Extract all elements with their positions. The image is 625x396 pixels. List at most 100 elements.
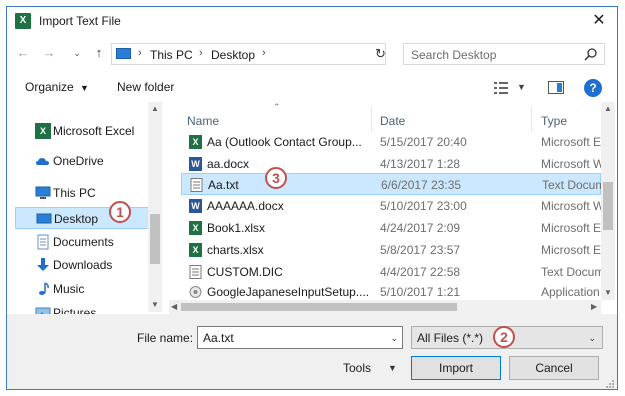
file-row[interactable]: X Book1.xlsx 4/24/2017 2:09 Microsoft Ex… bbox=[181, 217, 603, 239]
search-input[interactable]: Search Desktop bbox=[411, 48, 496, 62]
step-callout-3: 3 bbox=[265, 167, 287, 189]
file-row[interactable]: X Aa (Outlook Contact Group... 5/15/2017… bbox=[181, 131, 603, 153]
file-date: 6/6/2017 23:35 bbox=[381, 178, 462, 192]
up-arrow-icon[interactable]: ↑ bbox=[91, 45, 107, 61]
view-options-icon[interactable] bbox=[493, 81, 509, 95]
navigation-pane: X Microsoft Excel OneDrive This PC Deskt… bbox=[7, 102, 163, 320]
dropdown-arrow-icon[interactable]: ▼ bbox=[388, 363, 397, 373]
window-title: Import Text File bbox=[39, 14, 121, 28]
organize-label: Organize bbox=[25, 80, 74, 94]
resize-grip-icon[interactable] bbox=[605, 379, 615, 389]
file-name: Book1.xlsx bbox=[207, 221, 266, 235]
chevron-down-icon[interactable]: ⌄ bbox=[588, 333, 596, 344]
file-list: ⌃ Name Date Type X Aa (Outlook Contact G… bbox=[169, 102, 613, 312]
refresh-icon[interactable]: ↻ bbox=[375, 46, 389, 61]
step-callout-2: 2 bbox=[493, 326, 515, 348]
sidebar-item-onedrive[interactable]: OneDrive bbox=[15, 150, 155, 172]
scroll-down-icon[interactable]: ▼ bbox=[151, 300, 159, 309]
breadcrumb-separator-icon[interactable]: › bbox=[138, 47, 142, 59]
chevron-down-icon[interactable]: ⌄ bbox=[390, 333, 398, 344]
sidebar-item-documents[interactable]: Documents bbox=[15, 231, 155, 253]
tools-menu-button[interactable]: Tools bbox=[343, 361, 371, 375]
scroll-down-icon[interactable]: ▼ bbox=[604, 288, 612, 297]
desktop-icon bbox=[36, 213, 52, 224]
excel-file-icon: X bbox=[189, 221, 202, 235]
preview-pane-icon[interactable] bbox=[548, 81, 564, 94]
cloud-icon bbox=[36, 158, 49, 165]
sidebar-scrollbar[interactable]: ▲ ▼ bbox=[148, 102, 162, 312]
navigation-bar: ← → ⌄ ↑ › This PC › Desktop › ↻ Search D… bbox=[7, 39, 617, 69]
address-bar[interactable]: › This PC › Desktop › bbox=[111, 43, 386, 65]
organize-button[interactable]: Organize ▼ bbox=[25, 80, 89, 94]
application-file-icon bbox=[189, 286, 202, 298]
sidebar-item-music[interactable]: Music bbox=[15, 278, 155, 300]
file-name: charts.xlsx bbox=[207, 243, 264, 257]
scroll-right-icon[interactable]: ▶ bbox=[591, 302, 597, 311]
excel-file-icon: X bbox=[189, 135, 202, 149]
excel-file-icon: X bbox=[189, 243, 202, 257]
documents-icon bbox=[37, 234, 49, 250]
scroll-up-icon[interactable]: ▲ bbox=[151, 104, 159, 113]
search-icon[interactable] bbox=[584, 47, 598, 61]
sidebar-item-label: Documents bbox=[53, 235, 114, 249]
column-header-type[interactable]: Type bbox=[541, 114, 567, 128]
file-list-horizontal-scrollbar[interactable]: ◀ ▶ bbox=[169, 300, 601, 314]
back-arrow-icon[interactable]: ← bbox=[15, 45, 31, 61]
sidebar-item-desktop[interactable]: Desktop bbox=[15, 207, 155, 229]
vertical-scroll-thumb[interactable] bbox=[603, 182, 613, 230]
file-name: GoogleJapaneseInputSetup.... bbox=[207, 285, 370, 299]
breadcrumb-desktop[interactable]: Desktop bbox=[211, 48, 255, 62]
sidebar-item-microsoft-excel[interactable]: X Microsoft Excel bbox=[15, 120, 155, 142]
sort-ascending-icon: ⌃ bbox=[273, 102, 281, 112]
file-name: aa.docx bbox=[207, 157, 250, 171]
search-box[interactable]: Search Desktop bbox=[403, 43, 605, 65]
close-button[interactable]: ✕ bbox=[589, 11, 609, 31]
sidebar-item-label: Music bbox=[53, 282, 85, 296]
cancel-button[interactable]: Cancel bbox=[509, 356, 599, 380]
sidebar-item-downloads[interactable]: Downloads bbox=[15, 254, 155, 276]
sidebar-item-this-pc[interactable]: This PC bbox=[15, 182, 155, 204]
file-type: Text Document bbox=[541, 265, 603, 279]
view-dropdown-icon[interactable]: ▼ bbox=[517, 82, 526, 92]
import-text-file-dialog: X Import Text File ✕ ← → ⌄ ↑ › This PC ›… bbox=[6, 6, 618, 390]
new-folder-button[interactable]: New folder bbox=[117, 80, 174, 94]
sidebar-item-label: This PC bbox=[53, 186, 96, 200]
file-row[interactable]: W aa.docx 4/13/2017 1:28 Microsoft Word bbox=[181, 153, 603, 175]
recent-locations-chevron-icon[interactable]: ⌄ bbox=[69, 45, 85, 61]
excel-icon: X bbox=[35, 123, 51, 139]
column-header-date[interactable]: Date bbox=[380, 114, 405, 128]
column-header-name[interactable]: Name bbox=[187, 114, 219, 128]
file-name: Aa.txt bbox=[208, 178, 239, 192]
horizontal-scroll-thumb[interactable] bbox=[181, 303, 457, 311]
breadcrumb-separator-icon[interactable]: › bbox=[262, 47, 266, 59]
file-name-field[interactable]: Aa.txt ⌄ bbox=[197, 326, 403, 349]
help-icon[interactable]: ? bbox=[584, 79, 602, 97]
sidebar-scroll-thumb[interactable] bbox=[150, 214, 160, 264]
file-row[interactable]: X charts.xlsx 5/8/2017 23:57 Microsoft E… bbox=[181, 239, 603, 261]
file-type: Application bbox=[541, 285, 600, 299]
file-type: Microsoft Word bbox=[541, 199, 603, 213]
breadcrumb-separator-icon[interactable]: › bbox=[199, 47, 203, 59]
forward-arrow-icon[interactable]: → bbox=[41, 45, 57, 61]
dropdown-arrow-icon: ▼ bbox=[80, 83, 89, 93]
title-bar: X Import Text File ✕ bbox=[7, 7, 617, 35]
import-button[interactable]: Import bbox=[411, 356, 501, 380]
file-list-vertical-scrollbar[interactable]: ▲ ▼ bbox=[601, 102, 615, 300]
file-date: 5/15/2017 20:40 bbox=[380, 135, 467, 149]
computer-icon bbox=[116, 48, 131, 59]
scroll-left-icon[interactable]: ◀ bbox=[171, 302, 177, 311]
file-date: 5/8/2017 23:57 bbox=[380, 243, 461, 257]
scroll-up-icon[interactable]: ▲ bbox=[604, 104, 612, 113]
file-row[interactable]: W AAAAAA.docx 5/10/2017 23:00 Microsoft … bbox=[181, 195, 603, 217]
sidebar-item-label: Downloads bbox=[53, 258, 113, 272]
download-icon bbox=[37, 258, 49, 271]
file-date: 4/24/2017 2:09 bbox=[380, 221, 461, 235]
file-date: 5/10/2017 23:00 bbox=[380, 199, 467, 213]
breadcrumb-this-pc[interactable]: This PC bbox=[150, 48, 193, 62]
file-type: Microsoft Excel bbox=[541, 221, 603, 235]
column-divider[interactable] bbox=[371, 106, 372, 132]
file-row[interactable]: CUSTOM.DIC 4/4/2017 22:58 Text Document bbox=[181, 261, 603, 283]
file-row-selected[interactable]: Aa.txt 6/6/2017 23:35 Text Document bbox=[181, 173, 604, 195]
word-file-icon: W bbox=[189, 157, 202, 171]
column-divider[interactable] bbox=[531, 106, 532, 132]
